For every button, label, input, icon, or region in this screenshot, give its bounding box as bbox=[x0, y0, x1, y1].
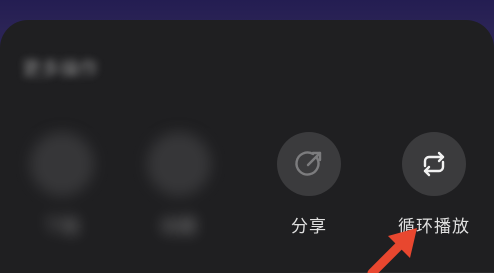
collect-button[interactable]: 收藏 bbox=[134, 132, 224, 237]
download-button[interactable]: 下载 bbox=[17, 132, 107, 237]
share-button[interactable]: 分享 bbox=[264, 132, 354, 237]
action-sheet: 更多操作 下载 收藏 分享 循环播放 bbox=[0, 20, 494, 273]
download-label: 下载 bbox=[44, 217, 80, 237]
share-label: 分享 bbox=[291, 217, 327, 237]
download-icon bbox=[30, 132, 94, 196]
loop-play-label: 循环播放 bbox=[398, 217, 470, 237]
loop-icon-wrap bbox=[402, 132, 466, 196]
share-icon-wrap bbox=[277, 132, 341, 196]
loop-play-button[interactable]: 循环播放 bbox=[389, 132, 479, 237]
collect-icon bbox=[147, 132, 211, 196]
sheet-title: 更多操作 bbox=[22, 58, 99, 80]
collect-label: 收藏 bbox=[161, 217, 197, 237]
loop-icon bbox=[423, 151, 445, 177]
share-icon bbox=[295, 151, 322, 176]
